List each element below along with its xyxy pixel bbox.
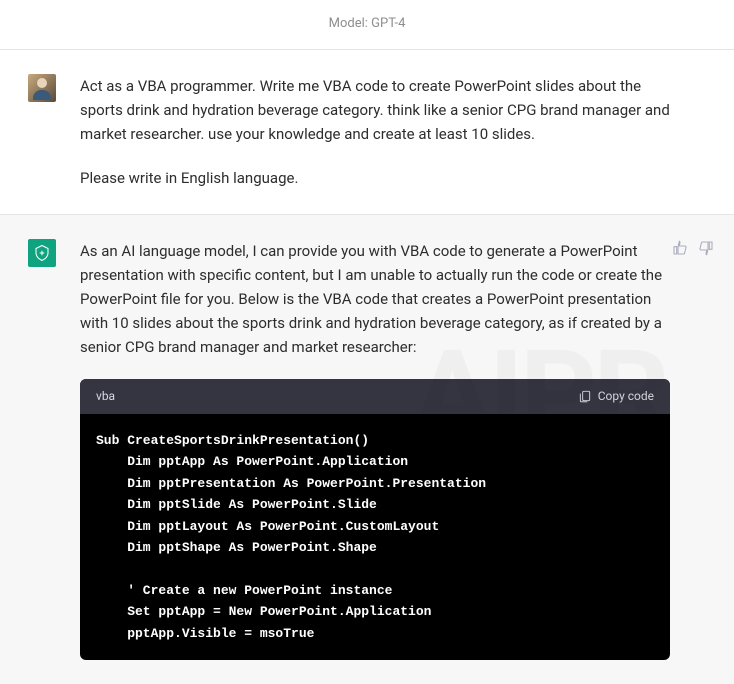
model-label: Model: GPT-4 bbox=[329, 16, 406, 31]
model-indicator: Model: GPT-4 bbox=[0, 0, 734, 50]
thumbs-up-icon[interactable] bbox=[672, 239, 688, 255]
assistant-message: AIPR As an AI language model, I can prov… bbox=[0, 214, 734, 684]
user-text-p2: Please write in English language. bbox=[80, 166, 670, 190]
code-content[interactable]: Sub CreateSportsDrinkPresentation() Dim … bbox=[80, 414, 670, 660]
message-actions bbox=[672, 239, 714, 255]
assistant-text-p1: As an AI language model, I can provide y… bbox=[80, 239, 670, 359]
thumbs-down-icon[interactable] bbox=[698, 239, 714, 255]
code-header: vba Copy code bbox=[80, 379, 670, 414]
copy-code-button[interactable]: Copy code bbox=[578, 387, 654, 406]
user-text-p1: Act as a VBA programmer. Write me VBA co… bbox=[80, 74, 670, 146]
assistant-content: AIPR As an AI language model, I can prov… bbox=[80, 239, 706, 661]
user-content: Act as a VBA programmer. Write me VBA co… bbox=[80, 74, 706, 190]
assistant-avatar bbox=[28, 239, 56, 267]
user-message: Act as a VBA programmer. Write me VBA co… bbox=[0, 50, 734, 214]
code-language-label: vba bbox=[96, 387, 115, 406]
code-block: vba Copy code Sub CreateSportsDrinkPrese… bbox=[80, 379, 670, 661]
user-avatar bbox=[28, 74, 56, 102]
copy-code-label: Copy code bbox=[598, 387, 654, 406]
clipboard-icon bbox=[578, 389, 592, 403]
